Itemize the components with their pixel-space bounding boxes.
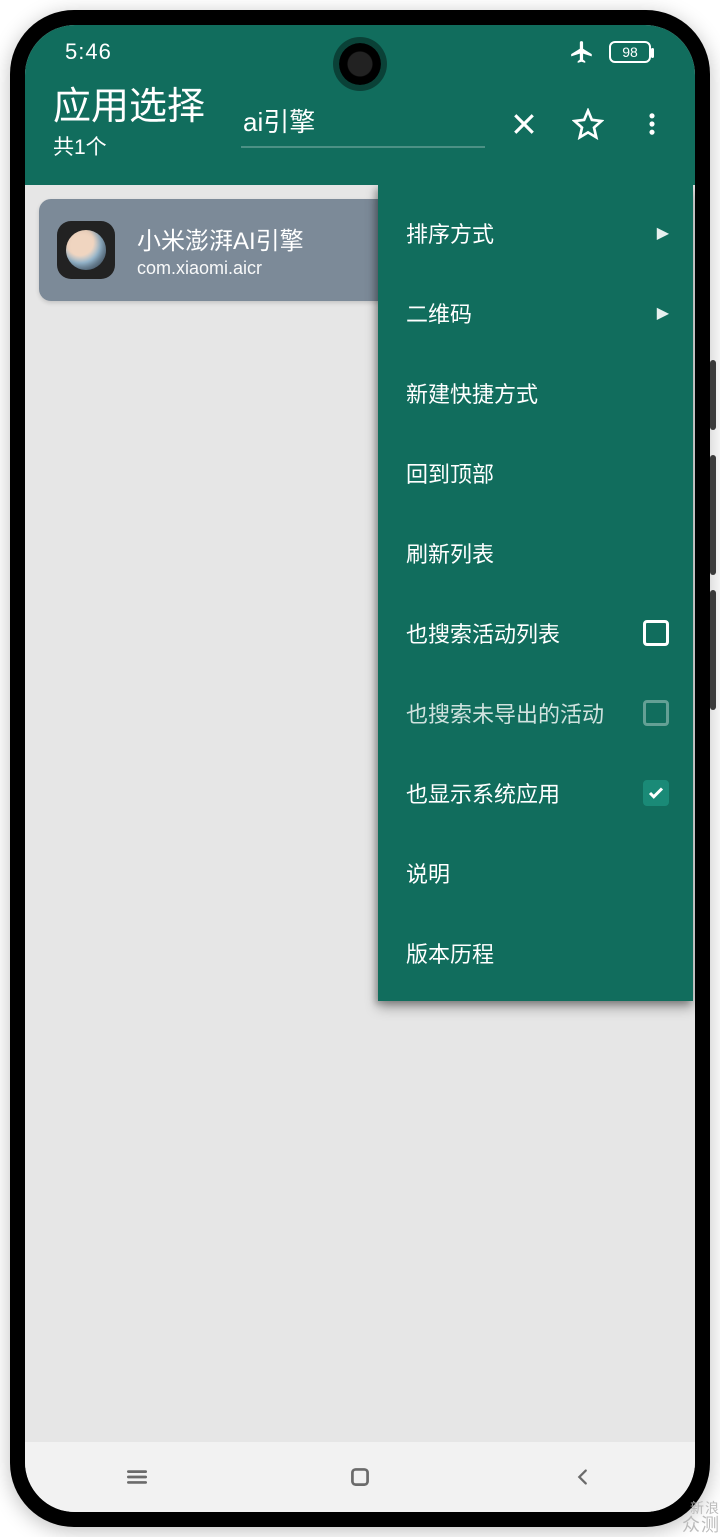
checkbox-checked-icon bbox=[643, 780, 669, 806]
front-camera bbox=[339, 43, 381, 85]
battery-level: 98 bbox=[622, 44, 638, 60]
page-subtitle: 共1个 bbox=[53, 131, 205, 161]
nav-back-button[interactable] bbox=[561, 1455, 605, 1499]
nav-recents-button[interactable] bbox=[115, 1455, 159, 1499]
watermark: 新浪 众测 bbox=[682, 1501, 720, 1535]
checkbox-unchecked-icon bbox=[643, 700, 669, 726]
nav-home-button[interactable] bbox=[338, 1455, 382, 1499]
status-time: 5:46 bbox=[65, 39, 112, 65]
phone-frame: 5:46 98 应用选择 共1个 bbox=[10, 10, 710, 1527]
menu-item-label: 排序方式 bbox=[406, 217, 494, 249]
volume-up-button bbox=[710, 455, 716, 575]
battery-indicator: 98 bbox=[609, 41, 651, 63]
content-area: 小米澎湃AI引擎 com.xiaomi.aicr 排序方式 ▶ 二维码 ▶ bbox=[25, 185, 695, 1420]
menu-item-label: 回到顶部 bbox=[406, 457, 494, 489]
page-title: 应用选择 bbox=[53, 87, 205, 129]
menu-search-unexported[interactable]: 也搜索未导出的活动 bbox=[378, 673, 693, 753]
menu-item-label: 版本历程 bbox=[406, 937, 494, 969]
search-input[interactable] bbox=[241, 99, 485, 148]
menu-search-activities[interactable]: 也搜索活动列表 bbox=[378, 593, 693, 673]
checkbox-unchecked-icon bbox=[643, 620, 669, 646]
volume-down-button bbox=[710, 590, 716, 710]
chevron-right-icon: ▶ bbox=[657, 303, 669, 323]
menu-item-label: 也显示系统应用 bbox=[406, 777, 560, 809]
menu-item-label: 新建快捷方式 bbox=[406, 377, 538, 409]
airplane-mode-icon bbox=[565, 35, 599, 69]
app-bar: 应用选择 共1个 bbox=[25, 79, 695, 185]
menu-item-label: 刷新列表 bbox=[406, 537, 494, 569]
screen: 5:46 98 应用选择 共1个 bbox=[25, 25, 695, 1512]
menu-item-label: 二维码 bbox=[406, 297, 472, 329]
watermark-line2: 众测 bbox=[682, 1516, 720, 1535]
menu-show-system-apps[interactable]: 也显示系统应用 bbox=[378, 753, 693, 833]
menu-qrcode[interactable]: 二维码 ▶ bbox=[378, 273, 693, 353]
menu-sort[interactable]: 排序方式 ▶ bbox=[378, 193, 693, 273]
menu-changelog[interactable]: 版本历程 bbox=[378, 913, 693, 993]
watermark-line1: 新浪 bbox=[682, 1501, 720, 1516]
favorite-button[interactable] bbox=[571, 107, 605, 141]
overflow-menu: 排序方式 ▶ 二维码 ▶ 新建快捷方式 回到顶部 刷新列表 bbox=[378, 185, 693, 1001]
app-name: 小米澎湃AI引擎 bbox=[137, 221, 304, 256]
menu-item-label: 说明 bbox=[406, 857, 450, 889]
app-icon bbox=[57, 221, 115, 279]
menu-refresh[interactable]: 刷新列表 bbox=[378, 513, 693, 593]
clear-search-button[interactable] bbox=[507, 107, 541, 141]
navigation-bar bbox=[25, 1442, 695, 1512]
menu-help[interactable]: 说明 bbox=[378, 833, 693, 913]
menu-item-label: 也搜索未导出的活动 bbox=[406, 697, 604, 729]
overflow-menu-button[interactable] bbox=[635, 107, 669, 141]
app-package: com.xiaomi.aicr bbox=[137, 258, 304, 279]
menu-to-top[interactable]: 回到顶部 bbox=[378, 433, 693, 513]
side-button bbox=[710, 360, 716, 430]
chevron-right-icon: ▶ bbox=[657, 223, 669, 243]
menu-item-label: 也搜索活动列表 bbox=[406, 617, 560, 649]
menu-new-shortcut[interactable]: 新建快捷方式 bbox=[378, 353, 693, 433]
